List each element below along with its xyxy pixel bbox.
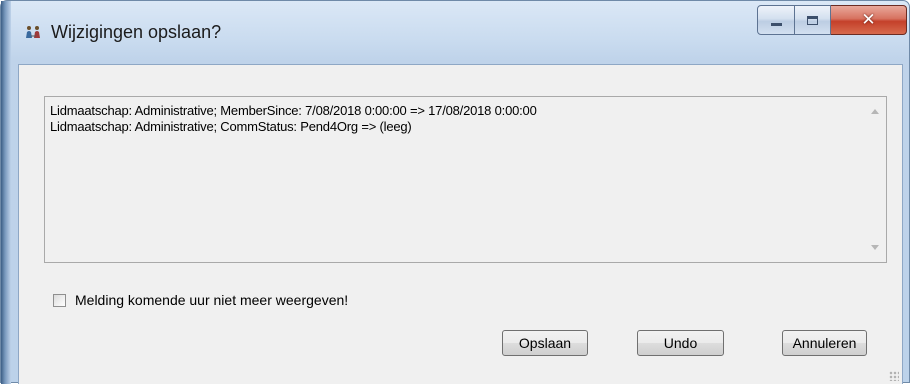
window-left-border xyxy=(1,1,11,384)
changes-textbox[interactable]: Lidmaatschap: Administrative; MemberSinc… xyxy=(44,96,887,263)
change-line: Lidmaatschap: Administrative; CommStatus… xyxy=(50,119,412,134)
suppress-notification-label[interactable]: Melding komende uur niet meer weergeven! xyxy=(75,292,348,308)
dialog-client-area: Lidmaatschap: Administrative; MemberSinc… xyxy=(18,64,903,384)
save-button[interactable]: Opslaan xyxy=(502,330,588,356)
minimize-button[interactable] xyxy=(757,5,795,35)
close-icon: ✕ xyxy=(861,10,876,30)
title-bar[interactable]: Wijzigingen opslaan? ✕ xyxy=(11,1,909,63)
people-icon xyxy=(26,26,40,38)
changes-list: Lidmaatschap: Administrative; MemberSinc… xyxy=(50,103,537,135)
resize-grip-icon[interactable] xyxy=(889,371,899,381)
suppress-notification-option[interactable]: Melding komende uur niet meer weergeven! xyxy=(53,292,348,308)
scroll-up-icon[interactable] xyxy=(871,109,879,114)
window-title: Wijzigingen opslaan? xyxy=(51,22,222,42)
change-line: Lidmaatschap: Administrative; MemberSinc… xyxy=(50,103,537,118)
cancel-button[interactable]: Annuleren xyxy=(782,330,867,356)
suppress-notification-checkbox[interactable] xyxy=(53,293,66,307)
vertical-scrollbar[interactable] xyxy=(862,97,886,262)
close-button[interactable]: ✕ xyxy=(831,5,907,35)
maximize-button[interactable] xyxy=(795,5,831,35)
scroll-down-icon[interactable] xyxy=(871,245,879,250)
dialog-window: Wijzigingen opslaan? ✕ Lidmaatschap: Adm… xyxy=(0,0,910,384)
maximize-icon xyxy=(807,15,818,25)
minimize-icon xyxy=(770,22,782,26)
undo-button[interactable]: Undo xyxy=(637,330,724,356)
